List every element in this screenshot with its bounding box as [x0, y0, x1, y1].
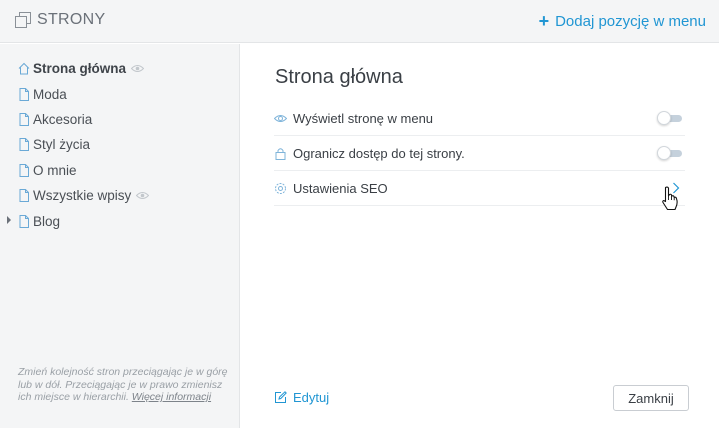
tree-item-styl-zycia[interactable]: Styl życia [0, 132, 240, 157]
tree-item-label: Wszystkie wpisy [33, 188, 132, 204]
tree-item-blog[interactable]: Blog [0, 208, 240, 233]
add-menu-item-label: Dodaj pozycję w menu [555, 12, 706, 30]
more-info-link[interactable]: Więcej informacji [132, 391, 211, 403]
gear-icon [275, 182, 286, 194]
page-settings-list: Wyświetl stronę w menu Ogranicz dostęp d… [274, 101, 685, 206]
tree-item-label: O mnie [33, 162, 77, 178]
panel-title: STRONY [37, 11, 106, 28]
restrict-access-toggle[interactable] [657, 146, 683, 160]
eye-icon [131, 65, 145, 73]
tree-item-label: Blog [33, 213, 61, 229]
setting-label: Wyświetl stronę w menu [293, 110, 434, 126]
home-icon [18, 62, 30, 75]
tree-item-akcesoria[interactable]: Akcesoria [0, 107, 240, 132]
header-bar: STRONY + Dodaj pozycję w menu [0, 0, 719, 43]
eye-icon [274, 114, 287, 122]
setting-seo[interactable]: Ustawienia SEO [274, 171, 685, 206]
pages-icon [15, 12, 31, 28]
page-icon [19, 87, 29, 101]
tree-item-moda[interactable]: Moda [0, 81, 240, 106]
hand-cursor-icon [662, 186, 678, 211]
page-tree: Strona główna Moda Akcesoria Styl życia [0, 56, 240, 234]
setting-label: Ogranicz dostęp do tej strony. [293, 145, 465, 161]
tree-item-label: Akcesoria [33, 111, 93, 127]
expand-arrow-icon[interactable] [7, 216, 11, 225]
eye-icon [136, 192, 150, 200]
page-icon [19, 189, 29, 203]
setting-restrict-access[interactable]: Ogranicz dostęp do tej strony. [274, 136, 685, 171]
setting-label: Ustawienia SEO [293, 180, 388, 196]
plus-icon: + [538, 11, 550, 31]
page-icon [19, 163, 29, 177]
tree-item-strona-glowna[interactable]: Strona główna [0, 56, 240, 81]
page-icon [19, 112, 29, 126]
tree-item-o-mnie[interactable]: O mnie [0, 158, 240, 183]
tree-item-label: Moda [33, 86, 67, 102]
edit-button[interactable]: Edytuj [274, 390, 329, 405]
tree-item-wszystkie-wpisy[interactable]: Wszystkie wpisy [0, 183, 240, 208]
add-menu-item-button[interactable]: + Dodaj pozycję w menu [539, 11, 706, 31]
reorder-hint: Zmień kolejność stron przeciągając je w … [18, 366, 230, 404]
setting-show-in-menu[interactable]: Wyświetl stronę w menu [274, 101, 685, 136]
page-icon [19, 214, 29, 228]
show-in-menu-toggle[interactable] [657, 111, 683, 125]
lock-icon [275, 147, 286, 160]
tree-item-label: Strona główna [33, 61, 127, 77]
close-button[interactable]: Zamknij [613, 385, 689, 411]
tree-item-label: Styl życia [33, 137, 91, 153]
sidebar: Strona główna Moda Akcesoria Styl życia [0, 44, 240, 428]
page-icon [19, 138, 29, 152]
page-title: Strona główna [275, 66, 403, 88]
edit-label: Edytuj [293, 390, 330, 405]
edit-icon [275, 391, 287, 403]
